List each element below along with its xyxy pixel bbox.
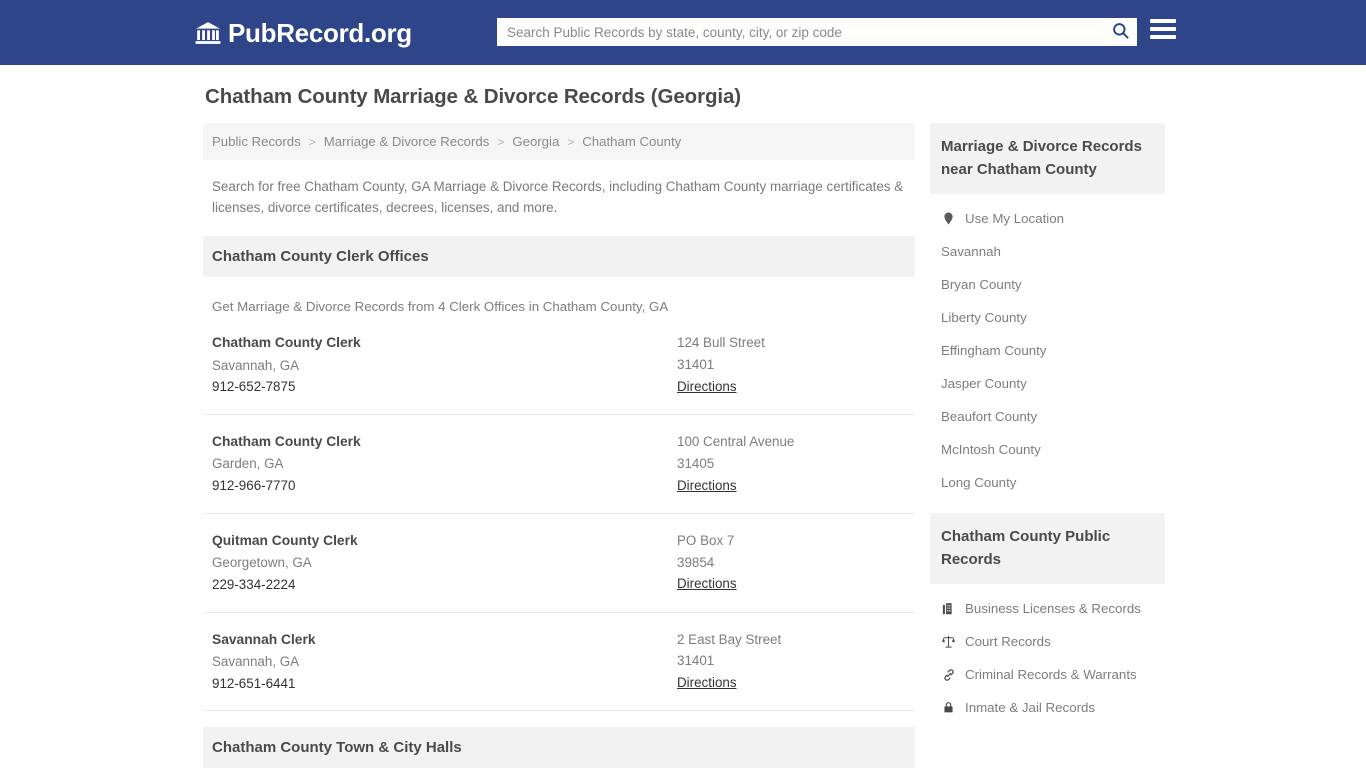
padlock-icon — [941, 700, 956, 715]
site-logo[interactable]: PubRecord.org — [195, 20, 412, 46]
site-header: PubRecord.org — [0, 0, 1366, 65]
building-icon — [941, 601, 956, 616]
directions-link[interactable]: Directions — [677, 475, 737, 497]
listing-primary: Chatham County Clerk Savannah, GA 912-65… — [212, 332, 677, 398]
breadcrumb-item-3[interactable]: Chatham County — [582, 134, 681, 149]
listing-secondary: 2 East Bay Street 31401 Directions — [677, 629, 913, 695]
sidebar-item-label: Use My Location — [965, 211, 1065, 226]
sidebar-item-liberty-county[interactable]: Liberty County — [930, 301, 1165, 334]
scales-of-justice-icon — [941, 634, 956, 649]
search-button[interactable] — [1103, 18, 1137, 46]
sidebar-heading-public-records: Chatham County Public Records — [930, 513, 1165, 584]
sidebar-item-label: Criminal Records & Warrants — [965, 667, 1137, 682]
listing-phone[interactable]: 912-966-7770 — [212, 475, 677, 497]
sidebar-item-label: Business Licenses & Records — [965, 601, 1141, 616]
page-body: Chatham County Marriage & Divorce Record… — [0, 65, 1366, 768]
listing-phone[interactable]: 912-652-7875 — [212, 376, 677, 398]
table-row: Savannah Clerk Savannah, GA 912-651-6441… — [203, 629, 915, 712]
section-heading-clerk-offices: Chatham County Clerk Offices — [203, 236, 915, 278]
table-row: Chatham County Clerk Savannah, GA 912-65… — [203, 332, 915, 416]
listing-address: 100 Central Avenue — [677, 434, 795, 450]
sidebar-item-label: Long County — [941, 475, 1017, 490]
bank-building-icon — [195, 20, 221, 46]
breadcrumb-item-2[interactable]: Georgia — [512, 134, 559, 149]
sidebar-item-label: Savannah — [941, 244, 1001, 259]
directions-link[interactable]: Directions — [677, 573, 737, 595]
content-columns: Public Records > Marriage & Divorce Reco… — [203, 123, 1366, 768]
sidebar-item-inmate-jail-records[interactable]: Inmate & Jail Records — [930, 691, 1165, 724]
section-subtitle-clerk-offices: Get Marriage & Divorce Records from 4 Cl… — [212, 299, 669, 315]
listing-primary: Chatham County Clerk Garden, GA 912-966-… — [212, 431, 677, 497]
listing-zip: 31405 — [677, 455, 715, 471]
page-intro-text: Search for free Chatham County, GA Marri… — [212, 179, 904, 216]
listing-name: Chatham County Clerk — [212, 434, 361, 450]
sidebar-list-public-records: Business Licenses & Records Court Record… — [930, 584, 1165, 728]
sidebar-item-label: Court Records — [965, 634, 1051, 649]
listing-city: Georgetown, GA — [212, 555, 312, 571]
listing-name: Quitman County Clerk — [212, 532, 358, 548]
breadcrumb: Public Records > Marriage & Divorce Reco… — [203, 123, 915, 160]
breadcrumb-separator: > — [497, 134, 505, 149]
section-heading-town-city-halls: Chatham County Town & City Halls — [203, 727, 915, 768]
sidebar-item-label: McIntosh County — [941, 442, 1041, 457]
directions-link[interactable]: Directions — [677, 376, 737, 398]
listing-zip: 31401 — [677, 357, 715, 373]
search-bar — [497, 18, 1137, 46]
listing-zip: 31401 — [677, 653, 715, 669]
listing-secondary: PO Box 7 39854 Directions — [677, 530, 913, 596]
breadcrumb-item-1[interactable]: Marriage & Divorce Records — [324, 134, 490, 149]
listing-secondary: 100 Central Avenue 31405 Directions — [677, 431, 913, 497]
sidebar-item-label: Beaufort County — [941, 409, 1038, 424]
sidebar-item-savannah[interactable]: Savannah — [930, 235, 1165, 268]
listing-primary: Savannah Clerk Savannah, GA 912-651-6441 — [212, 629, 677, 695]
sidebar-panel-nearby: Marriage & Divorce Records near Chatham … — [930, 123, 1165, 503]
sidebar: Marriage & Divorce Records near Chatham … — [930, 123, 1165, 768]
chain-link-icon — [941, 667, 956, 682]
sidebar-item-jasper-county[interactable]: Jasper County — [930, 367, 1165, 400]
listing-secondary: 124 Bull Street 31401 Directions — [677, 332, 913, 398]
map-pin-icon — [941, 211, 956, 226]
sidebar-heading-nearby: Marriage & Divorce Records near Chatham … — [930, 123, 1165, 194]
sidebar-item-use-my-location[interactable]: Use My Location — [930, 202, 1165, 235]
listing-phone[interactable]: 912-651-6441 — [212, 673, 677, 695]
sidebar-item-label: Effingham County — [941, 343, 1047, 358]
sidebar-item-label: Jasper County — [941, 376, 1027, 391]
breadcrumb-separator: > — [308, 134, 316, 149]
listing-primary: Quitman County Clerk Georgetown, GA 229-… — [212, 530, 677, 596]
table-row: Chatham County Clerk Garden, GA 912-966-… — [203, 431, 915, 514]
listing-address: 124 Bull Street — [677, 335, 765, 351]
sidebar-item-effingham-county[interactable]: Effingham County — [930, 334, 1165, 367]
sidebar-list-nearby: Use My Location Savannah Bryan County Li… — [930, 194, 1165, 503]
page-title: Chatham County Marriage & Divorce Record… — [205, 85, 741, 108]
table-row: Quitman County Clerk Georgetown, GA 229-… — [203, 530, 915, 613]
search-icon — [1111, 21, 1130, 43]
breadcrumb-separator: > — [567, 134, 575, 149]
sidebar-panel-public-records: Chatham County Public Records Business L… — [930, 513, 1165, 728]
listing-address: PO Box 7 — [677, 532, 735, 548]
sidebar-item-business-licenses[interactable]: Business Licenses & Records — [930, 592, 1165, 625]
listing-city: Savannah, GA — [212, 653, 300, 669]
sidebar-item-criminal-records[interactable]: Criminal Records & Warrants — [930, 658, 1165, 691]
listing-address: 2 East Bay Street — [677, 631, 782, 647]
breadcrumb-item-0[interactable]: Public Records — [212, 134, 301, 149]
listing-city: Garden, GA — [212, 456, 284, 472]
listing-name: Savannah Clerk — [212, 631, 316, 647]
site-logo-text: PubRecord.org — [228, 17, 412, 48]
sidebar-item-bryan-county[interactable]: Bryan County — [930, 268, 1165, 301]
main-content: Public Records > Marriage & Divorce Reco… — [203, 123, 915, 768]
listing-name: Chatham County Clerk — [212, 335, 361, 351]
directions-link[interactable]: Directions — [677, 672, 737, 694]
sidebar-item-beaufort-county[interactable]: Beaufort County — [930, 400, 1165, 433]
hamburger-menu-icon[interactable] — [1150, 19, 1176, 39]
listing-zip: 39854 — [677, 554, 715, 570]
sidebar-item-long-county[interactable]: Long County — [930, 466, 1165, 499]
sidebar-item-label: Liberty County — [941, 310, 1027, 325]
sidebar-item-mcintosh-county[interactable]: McIntosh County — [930, 433, 1165, 466]
listing-phone[interactable]: 229-334-2224 — [212, 574, 677, 596]
search-input[interactable] — [497, 18, 1103, 46]
listing-city: Savannah, GA — [212, 357, 300, 373]
sidebar-item-label: Bryan County — [941, 277, 1022, 292]
sidebar-item-label: Inmate & Jail Records — [965, 700, 1096, 715]
sidebar-item-court-records[interactable]: Court Records — [930, 625, 1165, 658]
